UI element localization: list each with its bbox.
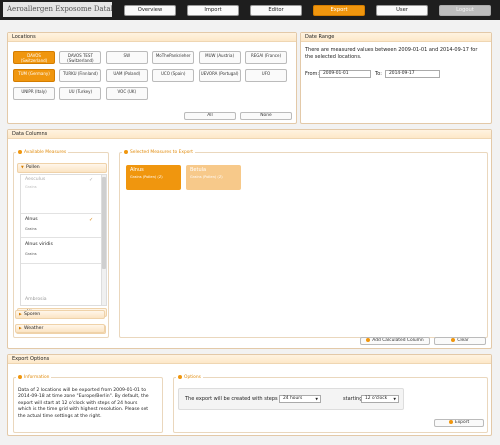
chevron-down-icon: ▼ [315,397,318,401]
location-button[interactable]: MUW (Austria) [198,51,241,64]
location-button[interactable]: SW [105,51,148,64]
add-calculated-column-button[interactable]: Add Calculated Column [360,337,430,345]
information-fieldset: Information Data of 2 locations will be … [13,375,163,433]
export-options-panel: Export Options Information Data of 2 loc… [7,354,492,436]
clear-button[interactable]: Clear [434,337,486,345]
from-label: From: [305,71,320,77]
select-all-button[interactable]: All [184,112,236,120]
export-icon [448,420,453,424]
nav-overview[interactable]: Overview [124,5,176,16]
location-button[interactable]: TUM (Germany) [13,69,55,82]
selected-measures-legend: Selected Measures to Export [122,150,195,155]
chevron-right-icon: ▶ [19,326,22,330]
date-range-title: Date Range [301,33,491,42]
date-range-panel: Date Range There are measured values bet… [300,32,492,124]
export-button[interactable]: Export [434,419,484,427]
nav-export[interactable]: Export [313,5,365,16]
check-icon: ✓ [89,217,94,223]
location-button[interactable]: MoThePankrieher [152,51,195,64]
start-select[interactable]: 12 o'clock ▼ [361,395,399,403]
chevron-right-icon: ▶ [19,312,22,316]
nav-user-administration[interactable]: User Administration [376,5,428,22]
location-button[interactable]: UU (Turkey) [59,87,102,100]
chevron-down-icon: ▼ [21,165,24,169]
location-button[interactable]: UNIPR (Italy) [13,87,55,100]
location-button[interactable]: UFO [245,69,287,82]
sporen-accordion-header[interactable]: ▶ Sporen [15,310,105,319]
selected-measures-fieldset: Selected Measures to Export Alnus Grains… [119,150,488,338]
plus-icon [366,338,371,342]
location-button[interactable]: VOC (UK) [105,87,148,100]
clear-icon [451,338,456,342]
selected-measure-alnus[interactable]: Alnus Grains (Pollen) (Z) [126,165,181,190]
options-fieldset: Options The export will be created with … [173,375,488,433]
nav-import[interactable]: Import [187,5,239,16]
weather-accordion-header[interactable]: ▶ Weather [15,324,105,333]
information-legend: Information [16,375,52,380]
location-button[interactable]: DAVOS (Switzerland) [13,51,55,64]
top-bar: Aeroallergen Exposome Database Overview … [0,0,500,22]
steps-label: The export will be created with steps of [185,396,285,402]
locations-panel: Locations DAVOS (Switzerland) DAVOS TEST … [7,32,297,124]
app-title: Aeroallergen Exposome Database [3,2,112,17]
options-legend: Options [176,375,203,380]
nav-logout[interactable]: Logout [439,5,491,16]
to-date-input[interactable]: 2014-09-17 [385,70,440,78]
locations-title: Locations [8,33,296,42]
location-button[interactable]: REGAI (France) [245,51,287,64]
location-button[interactable]: DAVOS TEST (Switzerland) [59,51,102,64]
location-button[interactable]: UAM (Poland) [105,69,148,82]
date-range-message: There are measured values between 2009-0… [305,47,478,60]
pollen-list[interactable]: Aesculus ✓ Grains Alnus ✓ Grains Alnus v… [20,174,107,306]
data-columns-title: Data Columns [8,130,491,139]
scrollbar-thumb[interactable] [102,177,106,269]
steps-select[interactable]: 24 hours ▼ [279,395,321,403]
scrollbar[interactable] [101,175,106,305]
location-button[interactable]: TURKU (Finnland) [59,69,102,82]
to-label: To: [375,71,382,77]
available-measures-legend: Available Measures [16,150,69,155]
export-options-title: Export Options [8,355,491,364]
select-none-button[interactable]: None [240,112,292,120]
nav-editor[interactable]: Editor [250,5,302,16]
from-date-input[interactable]: 2009-01-01 [319,70,371,78]
selected-measure-betula[interactable]: Betula Grains (Pollen) (Z) [186,165,241,190]
options-row: The export will be created with steps of… [178,388,404,410]
location-button[interactable]: UCO (Spain) [152,69,195,82]
check-icon: ✓ [89,177,94,183]
pollen-accordion-header[interactable]: ▼ Pollen [17,163,107,173]
chevron-down-icon: ▼ [393,397,396,401]
location-button[interactable]: UEVORA (Portugal) [198,69,241,82]
information-text: Data of 2 locations will be exported fro… [18,388,149,419]
